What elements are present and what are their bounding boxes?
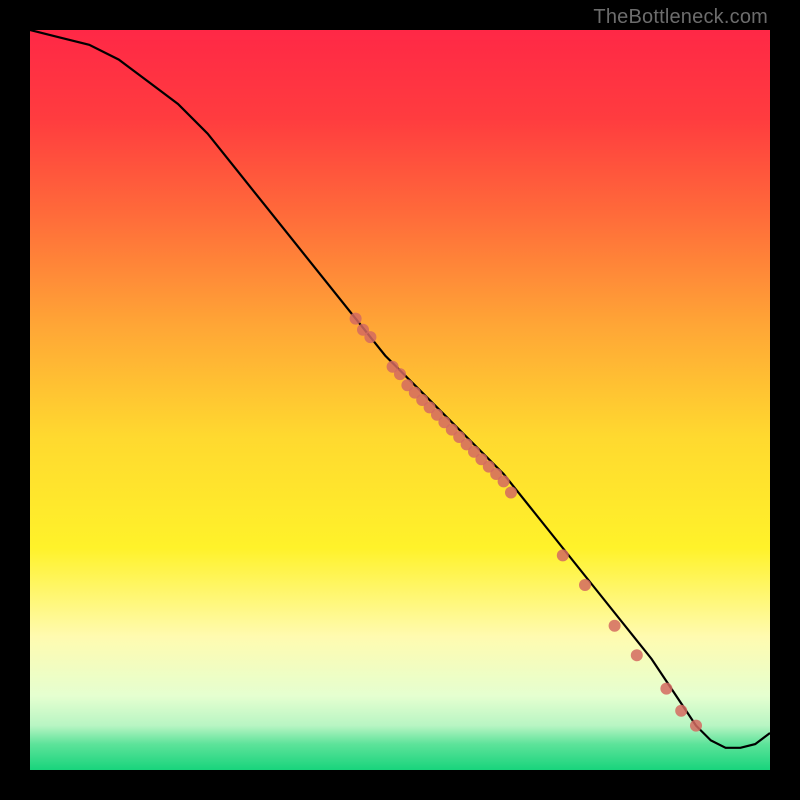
data-point xyxy=(579,579,591,591)
plot-area xyxy=(30,30,770,770)
watermark-text: TheBottleneck.com xyxy=(593,6,768,29)
data-point xyxy=(660,683,672,695)
data-points-group xyxy=(350,313,702,732)
data-point xyxy=(557,549,569,561)
data-point xyxy=(394,368,406,380)
data-point xyxy=(609,620,621,632)
data-point xyxy=(498,475,510,487)
data-point xyxy=(675,705,687,717)
data-point xyxy=(364,331,376,343)
data-point xyxy=(505,487,517,499)
bottleneck-curve xyxy=(30,30,770,748)
data-point xyxy=(690,720,702,732)
data-point xyxy=(350,313,362,325)
data-point xyxy=(631,649,643,661)
chart-svg xyxy=(30,30,770,770)
